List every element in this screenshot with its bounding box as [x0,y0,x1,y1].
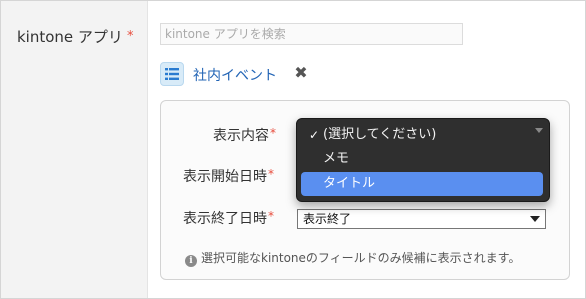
remove-app-button[interactable]: ✖ [292,64,310,82]
dropdown-arrow-icon [535,128,543,133]
display-start-label: 表示開始日時* [183,167,274,185]
dropdown-option-placeholder[interactable]: ✓ (選択してください) [301,123,543,147]
app-search-input[interactable] [160,23,463,45]
display-end-label: 表示終了日時* [183,209,274,227]
display-content-dropdown[interactable]: ✓ (選択してください) メモ タイトル [296,118,550,202]
selected-app-link[interactable]: 社内イベント [193,65,277,85]
info-icon: i [185,255,197,267]
app-field-label: kintone アプリ * [17,28,134,46]
list-app-icon [160,62,184,86]
display-content-label: 表示内容* [213,126,276,144]
dropdown-option-memo[interactable]: メモ [301,147,543,171]
checkmark-icon: ✓ [309,128,320,142]
label-column: kintone アプリ * [1,1,148,298]
dropdown-option-title[interactable]: タイトル [301,172,543,196]
display-end-select[interactable]: 表示終了 [297,209,546,229]
info-note: i 選択可能なkintoneのフィールドのみ候補に表示されます。 [185,249,521,267]
chevron-down-icon [530,216,540,222]
required-mark: * [126,29,134,44]
